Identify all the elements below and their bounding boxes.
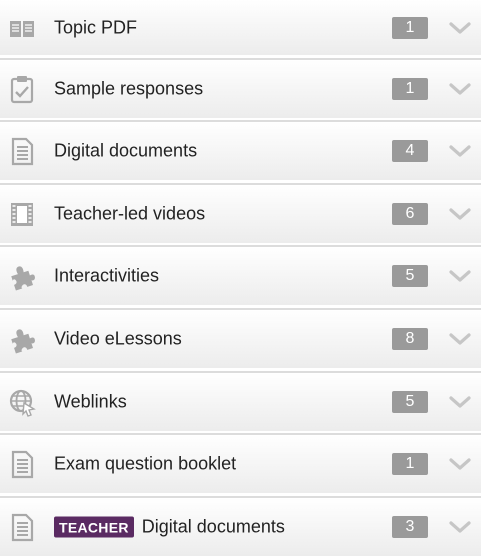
count-badge: 3 <box>392 515 428 538</box>
document-icon <box>8 136 36 166</box>
chevron-down-icon[interactable] <box>449 21 471 35</box>
resource-label: Teacher-led videos <box>54 203 205 224</box>
resource-label-text: Sample responses <box>54 78 204 99</box>
chevron-down-icon[interactable] <box>449 395 471 409</box>
resource-label: Exam question booklet <box>54 454 236 475</box>
resource-label-text: Weblinks <box>54 391 127 412</box>
resource-row[interactable]: TEACHER Digital documents 3 <box>0 495 481 556</box>
resource-row[interactable]: Digital documents 4 <box>0 120 481 181</box>
resource-label: Video eLessons <box>54 328 182 349</box>
book-icon <box>8 13 36 43</box>
resource-label-text: Video eLessons <box>54 328 182 349</box>
resource-list: Topic PDF 1 Sample responses 1 Digital docum… <box>0 0 481 556</box>
clipboard-check-icon <box>8 74 36 104</box>
resource-label: Topic PDF <box>54 17 137 38</box>
resource-row[interactable]: Exam question booklet 1 <box>0 433 481 494</box>
resource-row[interactable]: Sample responses 1 <box>0 57 481 118</box>
resource-label: Digital documents <box>54 141 197 162</box>
chevron-down-icon[interactable] <box>449 332 471 346</box>
chevron-down-icon[interactable] <box>449 520 471 534</box>
resource-label-text: Exam question booklet <box>54 453 237 474</box>
resource-label: TEACHER Digital documents <box>54 516 285 538</box>
count-badge: 4 <box>392 140 428 163</box>
count-badge: 5 <box>392 390 428 413</box>
globe-cursor-icon <box>8 387 36 417</box>
resource-label-text: Digital documents <box>54 140 198 161</box>
resource-row[interactable]: Video eLessons 8 <box>0 307 481 368</box>
resource-label-text: Topic PDF <box>54 17 138 37</box>
document-icon <box>8 449 36 479</box>
resource-row[interactable]: Topic PDF 1 <box>0 0 481 55</box>
resource-label-text: Interactivities <box>54 265 160 286</box>
count-badge: 1 <box>392 16 428 39</box>
resource-label: Weblinks <box>54 391 127 412</box>
count-badge: 5 <box>392 265 428 288</box>
puzzle-icon <box>8 261 36 291</box>
resource-label: Interactivities <box>54 266 159 287</box>
count-badge: 1 <box>392 77 428 100</box>
film-icon <box>8 199 36 229</box>
resource-label: Sample responses <box>54 78 203 99</box>
chevron-down-icon[interactable] <box>449 457 471 471</box>
puzzle-icon <box>8 324 36 354</box>
chevron-down-icon[interactable] <box>449 144 471 158</box>
chevron-down-icon[interactable] <box>449 207 471 221</box>
resource-row[interactable]: Teacher-led videos 6 <box>0 182 481 243</box>
resource-row[interactable]: Weblinks 5 <box>0 370 481 431</box>
chevron-down-icon[interactable] <box>449 269 471 283</box>
count-badge: 1 <box>392 453 428 476</box>
count-badge: 6 <box>392 202 428 225</box>
count-badge: 8 <box>392 327 428 350</box>
resource-row[interactable]: Interactivities 5 <box>0 245 481 306</box>
resource-label-text: Teacher-led videos <box>54 203 206 224</box>
resource-label-text: Digital documents <box>141 516 285 537</box>
document-icon <box>8 512 36 542</box>
chevron-down-icon[interactable] <box>449 82 471 96</box>
teacher-badge: TEACHER <box>54 516 134 538</box>
